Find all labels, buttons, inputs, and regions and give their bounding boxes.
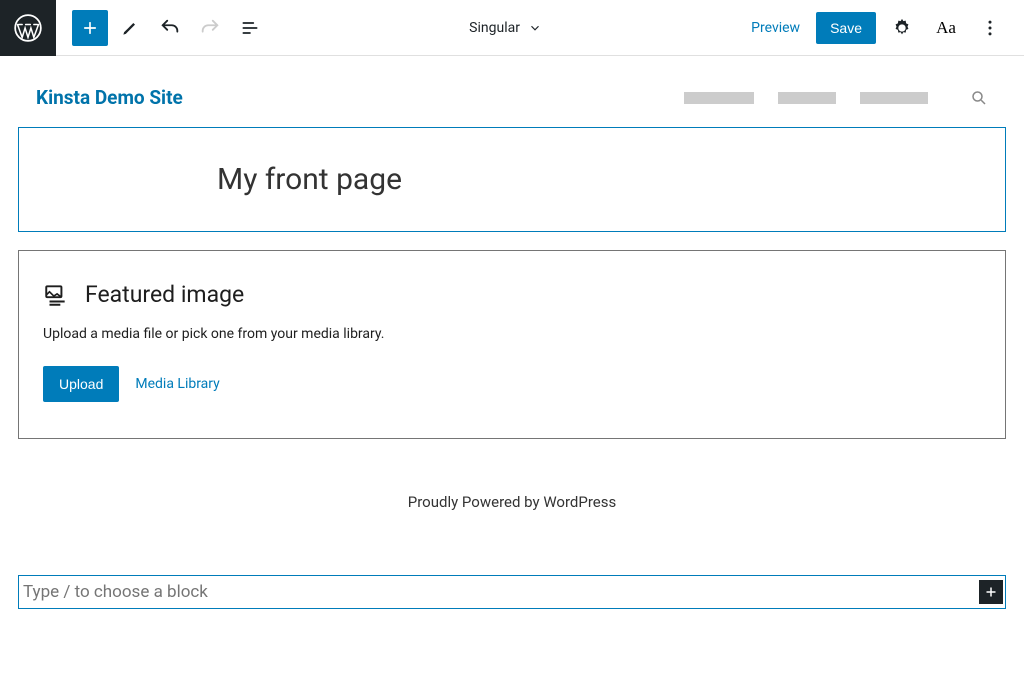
site-header-block[interactable]: Kinsta Demo Site — [18, 86, 1006, 127]
featured-block-title: Featured image — [85, 281, 244, 308]
nav-placeholder-item — [860, 92, 928, 104]
featured-image-icon — [43, 282, 69, 308]
site-title[interactable]: Kinsta Demo Site — [36, 86, 183, 109]
editor-top-toolbar: Singular Preview Save Aa — [0, 0, 1024, 56]
wordpress-logo[interactable] — [0, 0, 56, 56]
template-label: Singular — [469, 20, 520, 36]
navigation-placeholder[interactable] — [684, 89, 988, 107]
list-view-button[interactable] — [232, 10, 268, 46]
featured-block-actions: Upload Media Library — [43, 366, 981, 402]
save-button[interactable]: Save — [816, 12, 876, 44]
undo-icon — [159, 17, 181, 39]
media-library-link[interactable]: Media Library — [135, 376, 219, 392]
toolbar-left-group — [56, 10, 268, 46]
featured-block-header: Featured image — [43, 281, 981, 308]
settings-button[interactable] — [884, 10, 920, 46]
typography-icon: Aa — [936, 18, 956, 38]
featured-block-description: Upload a media file or pick one from you… — [43, 326, 981, 342]
nav-placeholder-item — [778, 92, 836, 104]
styles-button[interactable]: Aa — [928, 10, 964, 46]
edit-tool-button[interactable] — [112, 10, 148, 46]
redo-button[interactable] — [192, 10, 228, 46]
editor-canvas: Kinsta Demo Site My front page Featured … — [0, 56, 1024, 609]
featured-image-block[interactable]: Featured image Upload a media file or pi… — [18, 250, 1006, 439]
template-selector[interactable]: Singular — [268, 20, 743, 36]
wordpress-logo-icon — [14, 14, 42, 42]
block-appender[interactable]: Type / to choose a block — [18, 575, 1006, 609]
plus-icon — [80, 18, 100, 38]
page-title[interactable]: My front page — [217, 162, 987, 197]
post-title-block[interactable]: My front page — [18, 127, 1006, 232]
appender-add-button[interactable] — [979, 580, 1003, 604]
pencil-icon — [120, 18, 140, 38]
gear-icon — [891, 17, 913, 39]
more-options-button[interactable] — [972, 10, 1008, 46]
toolbar-right-group: Preview Save Aa — [743, 10, 1024, 46]
kebab-menu-icon — [980, 18, 1000, 38]
redo-icon — [199, 17, 221, 39]
appender-placeholder[interactable]: Type / to choose a block — [21, 578, 979, 606]
chevron-down-icon — [528, 21, 542, 35]
nav-placeholder-item — [684, 92, 754, 104]
undo-button[interactable] — [152, 10, 188, 46]
preview-button[interactable]: Preview — [743, 14, 808, 42]
search-icon[interactable] — [970, 89, 988, 107]
plus-icon — [982, 583, 1000, 601]
list-view-icon — [240, 18, 260, 38]
upload-button[interactable]: Upload — [43, 366, 119, 402]
footer-credit[interactable]: Proudly Powered by WordPress — [18, 493, 1006, 511]
add-block-button[interactable] — [72, 10, 108, 46]
